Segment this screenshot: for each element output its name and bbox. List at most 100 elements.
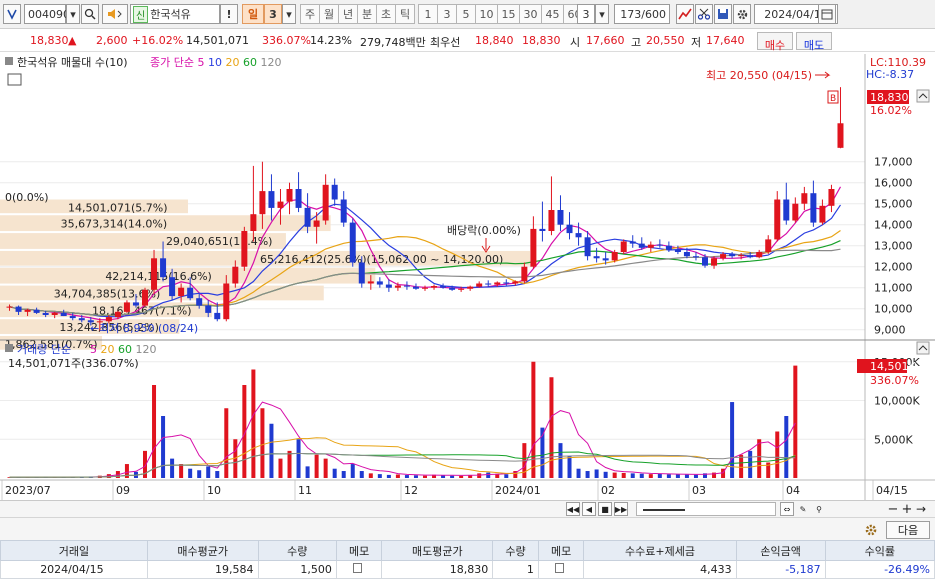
quote-best-ask: 18,840: [475, 34, 514, 47]
volume-bar: [603, 471, 608, 478]
nav-scroll-slider[interactable]: [636, 502, 776, 516]
nav-scroll-icon[interactable]: ⇔: [780, 502, 794, 516]
volume-bar: [350, 464, 355, 478]
volume-bar: [793, 365, 798, 478]
period-day-button[interactable]: 일: [242, 4, 264, 24]
candle-body: [557, 210, 564, 225]
table-cell: 18,830: [381, 560, 494, 579]
trade-table: 거래일 매수평균가 수량 메모 매도평균가 수량 메모 수수료+제세금 손익금액 수익률 2024…: [0, 540, 935, 579]
table-cell: 2024/04/15: [0, 560, 148, 579]
period-value[interactable]: 3: [264, 4, 282, 24]
period-button-1[interactable]: 월: [319, 4, 339, 24]
candle-body: [132, 302, 139, 306]
table-cell[interactable]: [335, 560, 383, 579]
sell-button[interactable]: 매도: [796, 32, 832, 52]
chart-tools-icon[interactable]: [676, 4, 694, 24]
max-label: 최고 20,550 (04/15): [706, 69, 812, 82]
nav-magnify-icon[interactable]: ⚲: [812, 502, 826, 516]
stock-chart[interactable]: 14,501,071(5.7%) 0(0.0%) 35,673,314(14.0%)…: [0, 54, 935, 500]
volume-bar: [404, 475, 409, 478]
interval-button-3[interactable]: 3: [437, 4, 457, 24]
quote-best-label: 최우선: [430, 36, 461, 49]
interval-button-10[interactable]: 10: [475, 4, 498, 24]
code-dropdown-button[interactable]: ▾: [66, 4, 80, 24]
period-button-4[interactable]: 초: [376, 4, 396, 24]
candle-body: [340, 199, 347, 223]
table-cell: 1,500: [257, 560, 337, 579]
candle-body: [512, 281, 519, 284]
candle-body: [566, 224, 573, 234]
calendar-icon[interactable]: [818, 4, 836, 24]
price-axis-label: 12,000: [874, 261, 913, 274]
interval-button-45[interactable]: 45: [541, 4, 564, 24]
candle-body: [801, 193, 808, 204]
zoom-in-icon[interactable]: +: [900, 502, 914, 517]
candle-body: [747, 255, 754, 258]
period-button-0[interactable]: 주: [300, 4, 320, 24]
quote-low-label: 저: [691, 36, 702, 49]
candle-body: [78, 318, 85, 321]
nav-prev-icon[interactable]: ◀: [582, 502, 596, 516]
candle-body: [196, 298, 203, 306]
scissors-icon[interactable]: [695, 4, 713, 24]
volume-bar: [323, 458, 328, 478]
volume-panel-up-icon[interactable]: [916, 341, 930, 355]
hc-label: HC:-8.37: [866, 68, 914, 81]
interval-button-15[interactable]: 15: [497, 4, 520, 24]
period-button-2[interactable]: 년: [338, 4, 358, 24]
memo-icon[interactable]: [352, 563, 362, 573]
volume-bar: [739, 454, 744, 478]
period-value-dropdown[interactable]: ▾: [282, 4, 296, 24]
volume-profile-label: 14,501,071(5.7%): [68, 202, 168, 215]
memo-icon[interactable]: [554, 563, 564, 573]
candle-body: [611, 252, 618, 261]
nav-stop-icon[interactable]: ■: [598, 502, 612, 516]
nav-next-icon[interactable]: ▶▶: [614, 502, 628, 516]
candle-body: [123, 302, 130, 312]
stock-name-field[interactable]: 신 한국석유: [130, 4, 220, 24]
volume-bar: [549, 377, 554, 478]
current-volume-pct: 336.07%: [870, 374, 919, 387]
candle-body: [160, 258, 167, 278]
search-icon[interactable]: [81, 4, 99, 24]
volume-bar: [612, 472, 617, 478]
chart-navigation-bar: ◀◀ ◀ ■ ▶▶ ⇔ ✎ ⚲ − + →: [0, 501, 935, 518]
speaker-icon[interactable]: [102, 4, 128, 24]
settings-icon[interactable]: [733, 4, 751, 24]
trade-settings-icon[interactable]: [862, 521, 880, 539]
column-header: 메모: [335, 540, 383, 561]
volume-ma-legend: 5 20 60 120: [90, 343, 157, 356]
candle-body: [15, 306, 22, 312]
alert-button[interactable]: !: [220, 4, 238, 24]
data-count-field[interactable]: 173/600: [614, 4, 670, 24]
interval-button-30[interactable]: 30: [519, 4, 542, 24]
volume-bar: [224, 408, 229, 478]
stock-code-input[interactable]: 004090: [24, 4, 70, 24]
pan-icon[interactable]: →: [914, 502, 928, 516]
zoom-out-icon[interactable]: −: [886, 502, 900, 517]
nav-slider-thumb[interactable]: [643, 509, 685, 511]
period-button-3[interactable]: 분: [357, 4, 377, 24]
menu-icon[interactable]: [3, 4, 21, 24]
price-axis-label: 17,000: [874, 156, 913, 169]
interval-dropdown[interactable]: ▾: [595, 4, 609, 24]
candle-body: [250, 214, 257, 231]
candle-body: [60, 312, 67, 317]
table-row[interactable]: 2024/04/15 19,584 1,500 18,830 1 4,433 -5,187-…: [0, 560, 935, 579]
quote-bar: 18,830 ▲ 2,600 +16.02% 14,501,071 336.07…: [0, 30, 935, 52]
nav-tool-icon[interactable]: ✎: [796, 502, 810, 516]
volume-bar: [197, 470, 202, 478]
interval-value[interactable]: 3: [577, 4, 595, 24]
buy-button[interactable]: 매수: [757, 32, 793, 52]
candle-body: [530, 228, 537, 267]
price-axis-label: 16,000: [874, 177, 913, 190]
next-button[interactable]: 다음: [886, 521, 930, 539]
price-panel-up-icon[interactable]: [916, 89, 930, 103]
price-axis-label: 11,000: [874, 282, 913, 295]
period-button-5[interactable]: 틱: [395, 4, 415, 24]
table-cell[interactable]: [537, 560, 585, 579]
interval-button-1[interactable]: 1: [418, 4, 438, 24]
nav-first-icon[interactable]: ◀◀: [566, 502, 580, 516]
interval-button-5[interactable]: 5: [456, 4, 476, 24]
save-icon[interactable]: [714, 4, 732, 24]
